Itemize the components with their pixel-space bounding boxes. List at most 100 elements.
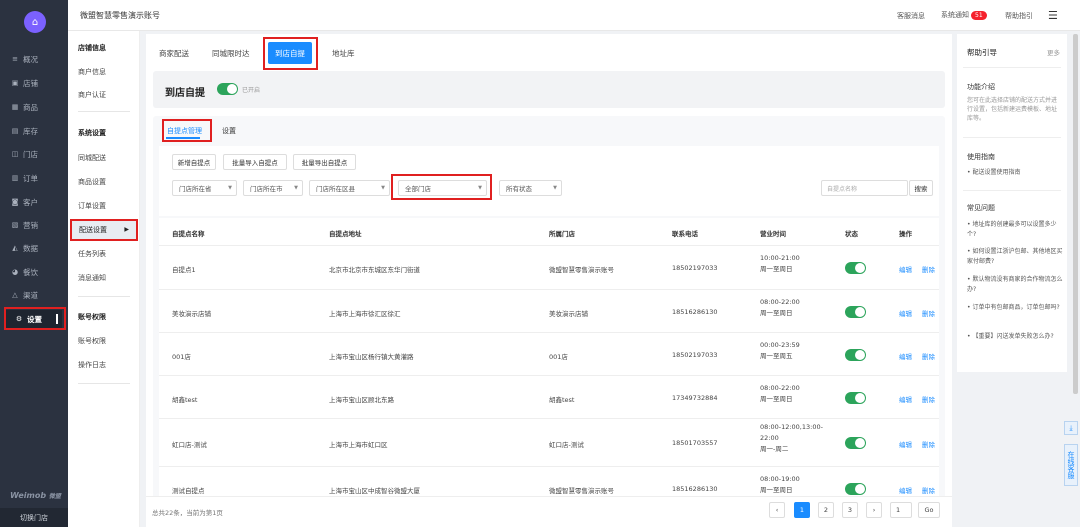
delete-link[interactable]: 删除 [922, 394, 935, 404]
batch-export-button[interactable]: 批量导出自提点 [293, 154, 356, 170]
hours-time: 00:00-23:59 [760, 341, 800, 349]
hamburger-menu-icon[interactable]: ☰ [1048, 9, 1058, 22]
subtab-pickup-manage[interactable]: 自提点管理 [167, 126, 202, 136]
faq-item[interactable]: • 地址库的创建最多可以设置多少个? [967, 220, 1063, 240]
chevron-down-icon: ▼ [553, 185, 557, 191]
pickup-address: 北京市北京市东城区东华门街道 [329, 266, 420, 274]
status-select[interactable]: 所有状态 ▼ [499, 180, 562, 196]
tab-address-library[interactable]: 地址库 [332, 48, 355, 59]
add-pickup-button[interactable]: 新增自提点 [172, 154, 216, 170]
pickup-name: 虹口店-测试 [172, 441, 207, 449]
switch-store-button[interactable]: 切换门店 [0, 508, 68, 527]
nav-item-customers[interactable]: ◙ 客户 [0, 193, 68, 211]
delete-link[interactable]: 删除 [922, 308, 935, 318]
pickup-name-search-input[interactable]: 自提点名称 [821, 180, 908, 196]
subnav-delivery-settings[interactable]: 配送设置 ▶ [71, 219, 137, 240]
page-jump-input[interactable]: 1 [890, 502, 912, 518]
nav-item-goods[interactable]: ▦ 商品 [0, 98, 68, 116]
delete-link[interactable]: 删除 [922, 264, 935, 274]
subnav-same-city[interactable]: 同城配送 [78, 153, 106, 163]
nav-item-marketing[interactable]: ▧ 营销 [0, 216, 68, 234]
subnav-order-settings[interactable]: 订单设置 [78, 201, 106, 211]
go-button[interactable]: Go [918, 502, 940, 518]
page-1-button[interactable]: 1 [794, 502, 810, 518]
subnav-goods-settings[interactable]: 商品设置 [78, 177, 106, 187]
pickup-phone: 18516286130 [672, 308, 718, 316]
brand-suffix: 微盟 [48, 493, 61, 500]
hours-time: 08:00-19:00 [760, 475, 800, 483]
prev-page-button[interactable]: ‹ [769, 502, 785, 518]
edit-link[interactable]: 编辑 [899, 351, 912, 361]
nav-label: 商品 [23, 102, 38, 112]
help-guide-link[interactable]: • 配送设置使用指南 [967, 168, 1063, 178]
search-button[interactable]: 搜索 [909, 180, 933, 196]
edit-link[interactable]: 编辑 [899, 394, 912, 404]
page-3-button[interactable]: 3 [842, 502, 858, 518]
tab-merchant-delivery[interactable]: 商家配送 [159, 48, 189, 59]
help-guide-link[interactable]: 帮助指引 [1005, 11, 1033, 21]
store-select[interactable]: 全部门店 ▼ [398, 180, 487, 196]
page-2-button[interactable]: 2 [818, 502, 834, 518]
column-header: 所属门店 [549, 230, 575, 238]
next-page-button[interactable]: › [866, 502, 882, 518]
edit-link[interactable]: 编辑 [899, 439, 912, 449]
edit-link[interactable]: 编辑 [899, 308, 912, 318]
delete-link[interactable]: 删除 [922, 351, 935, 361]
column-header: 操作 [899, 230, 912, 238]
nav-item-shop[interactable]: ▣ 店铺 [0, 74, 68, 92]
edit-link[interactable]: 编辑 [899, 485, 912, 495]
nav-item-orders[interactable]: ▥ 订单 [0, 169, 68, 187]
faq-item[interactable]: • 订单中有包邮商品，订单包邮吗? [967, 303, 1063, 313]
app-logo-icon[interactable]: ⌂ [24, 11, 46, 33]
faq-item[interactable]: • 默认物流没有商家的合作物流怎么办? [967, 275, 1063, 295]
system-notice-link[interactable]: 系统通知 51 [941, 10, 987, 20]
tab-same-city-express[interactable]: 同城限时达 [212, 48, 250, 59]
table-row: 虹口店-测试 上海市上海市虹口区 虹口店-测试 18501703557 08:0… [159, 418, 939, 466]
subnav-heading-store-info: 店铺信息 [78, 44, 106, 52]
status-toggle[interactable] [845, 349, 866, 361]
status-toggle[interactable] [845, 262, 866, 274]
subnav-op-log[interactable]: 操作日志 [78, 360, 106, 370]
faq-item[interactable]: • 【重要】闪送发单失败怎么办? [967, 332, 1063, 342]
page-scrollbar[interactable] [1073, 34, 1078, 394]
pickup-name: 胡鑫test [172, 396, 198, 404]
batch-import-button[interactable]: 批量导入自提点 [223, 154, 287, 170]
nav-item-inventory[interactable]: ▤ 库存 [0, 122, 68, 140]
hours-time: 08:00-12:00,13:00-22:00 [760, 423, 823, 442]
district-select[interactable]: 门店所在区县 ▼ [309, 180, 390, 196]
nav-item-settings[interactable]: ⚙ 设置 [4, 310, 62, 328]
subnav-merchant-auth[interactable]: 商户认证 [78, 90, 106, 100]
table-row: 胡鑫test 上海市宝山区顾北东路 胡鑫test 17349732884 08:… [159, 375, 939, 418]
nav-item-channels[interactable]: △ 渠道 [0, 286, 68, 304]
faq-item[interactable]: • 如何设置江浙沪包邮、其他地区买家付邮费? [967, 247, 1063, 267]
nav-item-catering[interactable]: ◕ 餐饮 [0, 263, 68, 281]
edit-link[interactable]: 编辑 [899, 264, 912, 274]
nav-item-overview[interactable]: ≡ 概况 [0, 50, 68, 68]
nav-item-store[interactable]: ◫ 门店 [0, 145, 68, 163]
status-toggle[interactable] [845, 392, 866, 404]
status-toggle[interactable] [845, 483, 866, 495]
service-message-link[interactable]: 客服消息 [897, 11, 925, 21]
nav-item-data[interactable]: ◭ 数据 [0, 239, 68, 257]
online-service-button[interactable]: 在线客服 [1064, 444, 1078, 486]
page-title: 到店自提 [165, 88, 205, 99]
province-select[interactable]: 门店所在省 ▼ [172, 180, 237, 196]
inventory-icon: ▤ [11, 127, 19, 135]
subtab-settings[interactable]: 设置 [222, 126, 236, 136]
subnav-msg-notice[interactable]: 消息通知 [78, 273, 106, 283]
pickup-enable-toggle[interactable] [217, 83, 238, 95]
delete-link[interactable]: 删除 [922, 439, 935, 449]
delete-link[interactable]: 删除 [922, 485, 935, 495]
subnav-task-list[interactable]: 任务列表 [78, 249, 106, 259]
tab-store-pickup[interactable]: 到店自提 [268, 42, 312, 64]
hours-days: 周一-周二 [760, 445, 789, 453]
hours-time: 08:00-22:00 [760, 298, 800, 306]
city-select[interactable]: 门店所在市 ▼ [243, 180, 303, 196]
pickup-header: 到店自提 已开启 [153, 71, 945, 108]
status-toggle[interactable] [845, 437, 866, 449]
status-toggle[interactable] [845, 306, 866, 318]
help-more-link[interactable]: 更多 [1047, 47, 1060, 57]
subnav-merchant-info[interactable]: 商户信息 [78, 67, 106, 77]
download-icon[interactable]: ⤓ [1064, 421, 1078, 435]
subnav-account-manage[interactable]: 账号权限 [78, 336, 106, 346]
